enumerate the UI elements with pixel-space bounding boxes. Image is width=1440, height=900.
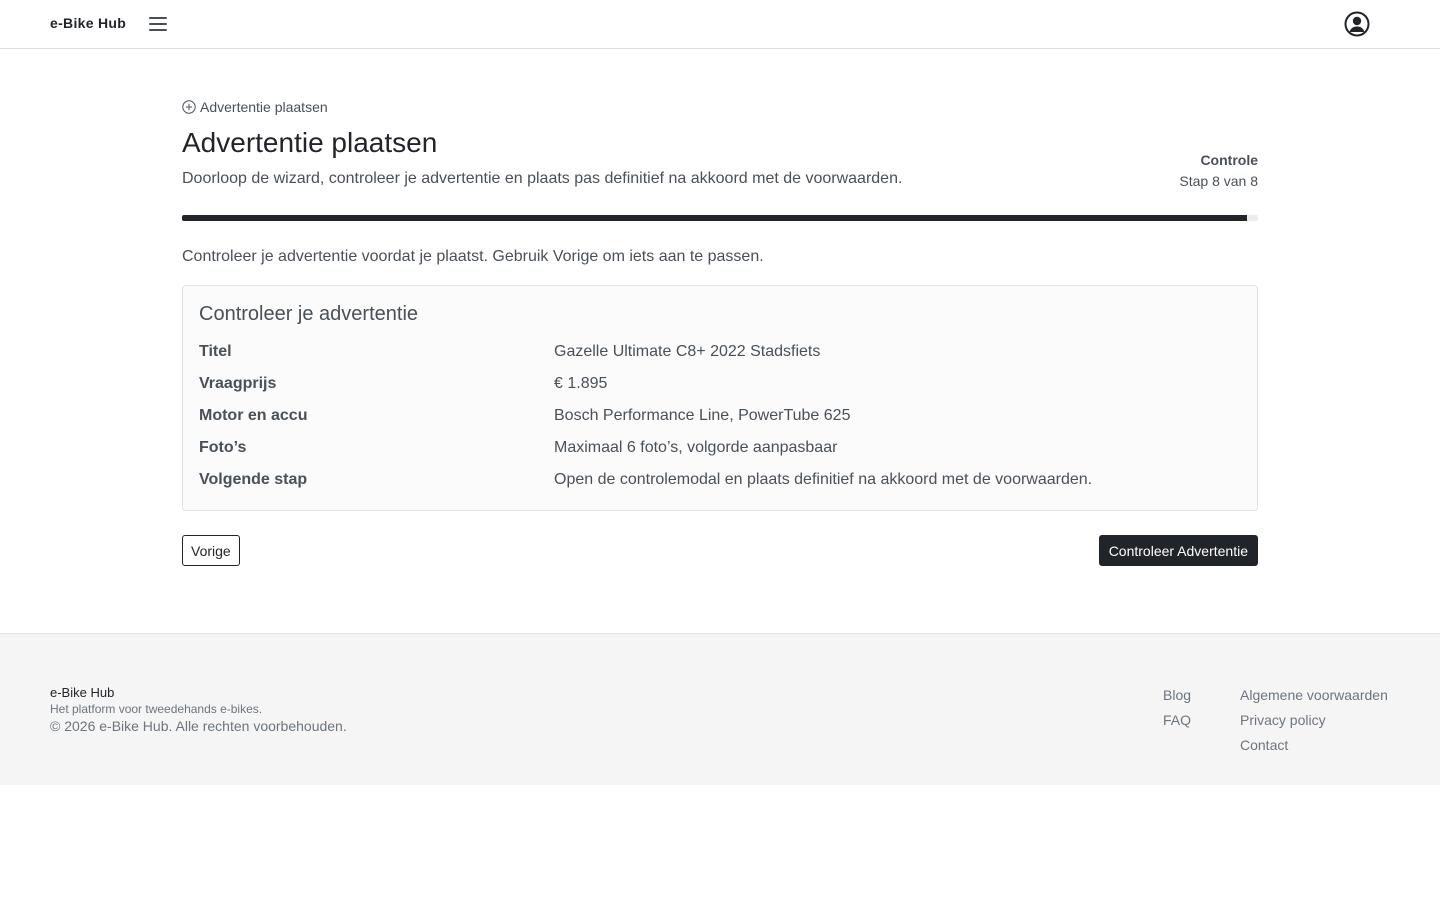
review-row-label: Volgende stap xyxy=(199,471,308,488)
review-row: Titel Gazelle Ultimate C8+ 2022 Stadsfie… xyxy=(199,336,1241,368)
hamburger-icon[interactable] xyxy=(149,15,167,33)
review-listing-button[interactable]: Controleer Advertentie xyxy=(1098,535,1258,566)
site-footer: e-Bike Hub Het platform voor tweedehands… xyxy=(0,633,1440,785)
review-row-label: Vraagprijs xyxy=(199,375,277,392)
footer-link-privacy[interactable]: Privacy policy xyxy=(1240,712,1388,729)
review-card: Controleer je advertentie Titel Gazelle … xyxy=(182,285,1258,511)
wizard-progress xyxy=(182,215,1258,221)
review-row-value: Bosch Performance Line, PowerTube 625 xyxy=(554,407,851,424)
footer-links-col1: Blog FAQ xyxy=(1163,687,1191,729)
footer-brand: e-Bike Hub xyxy=(50,685,115,700)
breadcrumb: Advertentie plaatsen xyxy=(182,99,328,115)
footer-copyright: © 2026 e-Bike Hub. Alle rechten voorbeho… xyxy=(50,718,347,734)
review-row: Volgende stap Open de controlemodal en p… xyxy=(199,464,1241,496)
plus-circle-icon xyxy=(182,100,196,114)
review-card-title: Controleer je advertentie xyxy=(199,303,419,325)
top-navbar: e-Bike Hub xyxy=(0,0,1440,49)
review-row-value: Maximaal 6 foto’s, volgorde aanpasbaar xyxy=(554,439,838,456)
step-count: Stap 8 van 8 xyxy=(1179,173,1258,189)
review-row-label: Motor en accu xyxy=(199,407,308,424)
review-row-value: Open de controlemodal en plaats definiti… xyxy=(554,471,1093,488)
footer-link-faq[interactable]: FAQ xyxy=(1163,712,1191,729)
review-row: Motor en accu Bosch Performance Line, Po… xyxy=(199,400,1241,432)
review-row-value: Gazelle Ultimate C8+ 2022 Stadsfiets xyxy=(554,343,821,360)
footer-link-terms[interactable]: Algemene voorwaarden xyxy=(1240,687,1388,704)
review-row-label: Titel xyxy=(199,343,232,360)
page-subtitle: Doorloop de wizard, controleer je advert… xyxy=(182,170,903,187)
footer-links-col2: Algemene voorwaarden Privacy policy Cont… xyxy=(1240,687,1388,754)
step-indicator: Controle Stap 8 van 8 xyxy=(1179,152,1258,189)
user-circle-icon[interactable] xyxy=(1344,11,1370,37)
breadcrumb-label: Advertentie plaatsen xyxy=(200,99,328,115)
review-intro: Controleer je advertentie voordat je pla… xyxy=(182,248,764,265)
previous-button[interactable]: Vorige xyxy=(182,535,240,566)
page-title: Advertentie plaatsen xyxy=(182,127,438,158)
review-row: Vraagprijs € 1.895 xyxy=(199,368,1241,400)
footer-link-contact[interactable]: Contact xyxy=(1240,737,1388,754)
brand-logo[interactable]: e-Bike Hub xyxy=(50,15,126,31)
step-name: Controle xyxy=(1200,152,1258,168)
review-row-value: € 1.895 xyxy=(554,375,608,392)
wizard-progress-bar xyxy=(182,215,1248,221)
review-row-label: Foto’s xyxy=(199,439,247,456)
footer-link-blog[interactable]: Blog xyxy=(1163,687,1191,704)
review-row: Foto’s Maximaal 6 foto’s, volgorde aanpa… xyxy=(199,432,1241,464)
footer-tagline: Het platform voor tweedehands e-bikes. xyxy=(50,702,263,716)
